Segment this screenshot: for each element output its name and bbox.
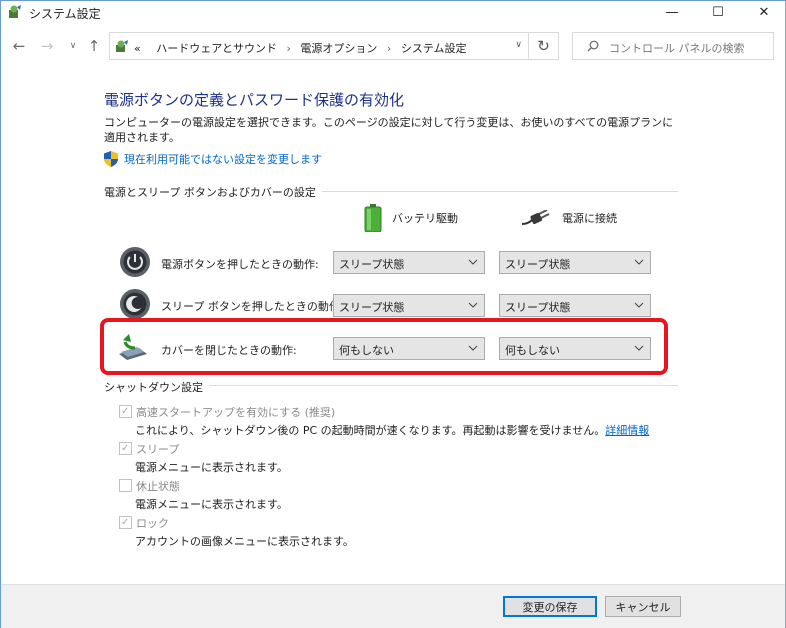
checkmark-icon: ✓ <box>121 443 130 454</box>
red-highlight-box <box>100 318 668 375</box>
change-unavailable-settings-link[interactable]: 現在利用可能ではない設定を変更します <box>104 151 322 167</box>
breadcrumb: « ハードウェアとサウンド › 電源オプション › システム設定 <box>134 40 467 56</box>
up-button[interactable]: ↑ <box>86 37 102 55</box>
page-title: 電源ボタンの定義とパスワード保護の有効化 <box>104 91 405 109</box>
save-changes-button[interactable]: 変更の保存 <box>503 596 597 617</box>
chevron-down-icon <box>468 259 478 265</box>
sleep-option[interactable]: ✓ スリープ <box>119 441 179 457</box>
hibernate-option[interactable]: 休止状態 <box>119 478 180 494</box>
breadcrumb-power-options[interactable]: 電源オプション <box>300 42 377 55</box>
chevron-down-icon <box>468 302 478 308</box>
sleep-button-action-label: スリープ ボタンを押したときの動作: <box>161 300 344 313</box>
power-button-battery-select[interactable]: スリープ状態 <box>333 251 485 274</box>
shutdown-group-label: シャットダウン設定 <box>104 379 209 395</box>
cancel-button[interactable]: キャンセル <box>605 596 681 617</box>
power-button-action-label: 電源ボタンを押したときの動作: <box>161 258 319 271</box>
window-title: システム設定 <box>29 7 101 21</box>
breadcrumb-system-settings[interactable]: システム設定 <box>401 42 467 55</box>
hibernate-label: 休止状態 <box>136 480 180 493</box>
address-bar[interactable]: « ハードウェアとサウンド › 電源オプション › システム設定 ∨ <box>109 32 529 60</box>
maximize-button[interactable]: ☐ <box>695 1 741 23</box>
more-info-link[interactable]: 詳細情報 <box>605 424 649 437</box>
sleep-button-battery-select[interactable]: スリープ状態 <box>333 294 485 317</box>
close-button[interactable]: ✕ <box>741 1 786 23</box>
battery-icon <box>364 204 382 232</box>
search-input[interactable]: コントロール パネルの検索 <box>609 40 745 56</box>
sleep-button-icon <box>120 289 150 319</box>
fast-startup-desc-text: これにより、シャットダウン後の PC の起動時間が速くなります。再起動は影響を受… <box>135 424 606 437</box>
power-options-icon <box>116 40 128 52</box>
uac-shield-icon <box>104 151 118 167</box>
forward-button[interactable]: → <box>39 37 55 55</box>
back-button[interactable]: ← <box>11 37 27 55</box>
lock-description: アカウントの画像メニューに表示されます。 <box>135 535 354 548</box>
search-icon <box>587 40 599 52</box>
recent-locations-button[interactable]: ∨ <box>65 38 81 54</box>
power-button-icon <box>120 247 150 277</box>
hibernate-checkbox[interactable] <box>119 479 132 492</box>
uac-link-text[interactable]: 現在利用可能ではない設定を変更します <box>124 151 322 167</box>
select-value: スリープ状態 <box>505 258 571 271</box>
checkmark-icon: ✓ <box>121 406 130 417</box>
minimize-button[interactable]: — <box>649 1 695 23</box>
lock-option[interactable]: ✓ ロック <box>119 515 169 531</box>
hibernate-description: 電源メニューに表示されます。 <box>135 498 288 511</box>
search-box[interactable]: コントロール パネルの検索 <box>572 32 774 60</box>
lock-label: ロック <box>136 517 169 530</box>
plugged-column-label: 電源に接続 <box>562 212 617 225</box>
select-value: スリープ状態 <box>339 301 405 314</box>
sleep-button-plugged-select[interactable]: スリープ状態 <box>499 294 651 317</box>
checkmark-icon: ✓ <box>121 517 130 528</box>
sleep-label: スリープ <box>136 443 180 456</box>
sleep-checkbox[interactable]: ✓ <box>119 442 132 455</box>
plugged-column-header: 電源に接続 <box>522 210 617 226</box>
battery-column-header: バッテリ駆動 <box>364 204 458 232</box>
power-plug-icon <box>522 210 550 225</box>
fast-startup-option[interactable]: ✓ 高速スタートアップを有効にする (推奨) <box>119 404 335 420</box>
sleep-description: 電源メニューに表示されます。 <box>135 461 288 474</box>
breadcrumb-overflow[interactable]: « <box>134 42 141 55</box>
fast-startup-checkbox[interactable]: ✓ <box>119 405 132 418</box>
lock-checkbox[interactable]: ✓ <box>119 516 132 529</box>
fast-startup-label: 高速スタートアップを有効にする (推奨) <box>136 406 336 419</box>
system-settings-window: システム設定 — ☐ ✕ ← → ∨ ↑ « ハードウェアとサウンド › 電源オ… <box>0 0 786 628</box>
address-dropdown-icon[interactable]: ∨ <box>515 40 522 50</box>
battery-column-label: バッテリ駆動 <box>392 212 458 225</box>
breadcrumb-separator: › <box>286 42 291 55</box>
power-button-plugged-select[interactable]: スリープ状態 <box>499 251 651 274</box>
footer-divider <box>1 584 785 585</box>
power-options-icon <box>9 5 21 18</box>
select-value: スリープ状態 <box>505 301 571 314</box>
power-group-label: 電源とスリープ ボタンおよびカバーの設定 <box>104 184 322 200</box>
title-bar[interactable]: システム設定 — ☐ ✕ <box>1 1 785 23</box>
breadcrumb-hardware-sound[interactable]: ハードウェアとサウンド <box>156 42 277 55</box>
fast-startup-description: これにより、シャットダウン後の PC の起動時間が速くなります。再起動は影響を受… <box>135 422 649 438</box>
page-description: コンピューターの電源設定を選択できます。このページの設定に対して行う変更は、お使… <box>104 116 674 144</box>
chevron-down-icon <box>634 302 644 308</box>
chevron-down-icon <box>634 259 644 265</box>
refresh-button[interactable]: ↻ <box>529 32 559 60</box>
breadcrumb-separator: › <box>386 42 392 55</box>
select-value: スリープ状態 <box>339 258 405 271</box>
